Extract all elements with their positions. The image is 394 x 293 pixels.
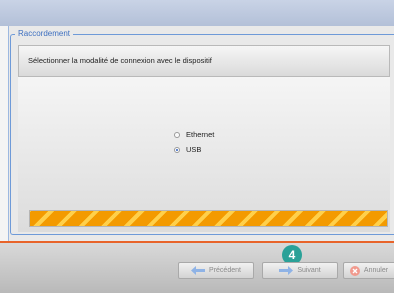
radio-option-ethernet[interactable]: Ethernet xyxy=(174,130,214,139)
next-button[interactable]: Suivant xyxy=(262,262,338,279)
arrow-left-icon xyxy=(191,266,206,275)
cancel-button[interactable]: Annuler xyxy=(343,262,394,279)
groupbox-title: Raccordement xyxy=(15,28,74,39)
radio-option-usb[interactable]: USB xyxy=(174,145,201,154)
instruction-text: Sélectionner la modalité de connexion av… xyxy=(28,56,212,65)
cancel-button-label: Annuler xyxy=(363,267,389,274)
radio-label-usb: USB xyxy=(186,145,202,154)
next-button-label: Suivant xyxy=(297,267,321,274)
arrow-right-icon xyxy=(279,266,294,275)
progress-bar xyxy=(29,210,388,227)
instruction-panel: Sélectionner la modalité de connexion av… xyxy=(18,45,390,77)
options-panel xyxy=(18,77,390,232)
previous-button[interactable]: Précédent xyxy=(178,262,254,279)
cancel-icon xyxy=(349,265,360,276)
previous-button-label: Précédent xyxy=(209,267,241,274)
radio-button-ethernet[interactable] xyxy=(174,131,180,138)
radio-button-usb[interactable] xyxy=(174,146,180,153)
title-bar xyxy=(0,0,394,26)
progress-fill xyxy=(30,211,387,226)
radio-label-ethernet: Ethernet xyxy=(186,130,215,139)
